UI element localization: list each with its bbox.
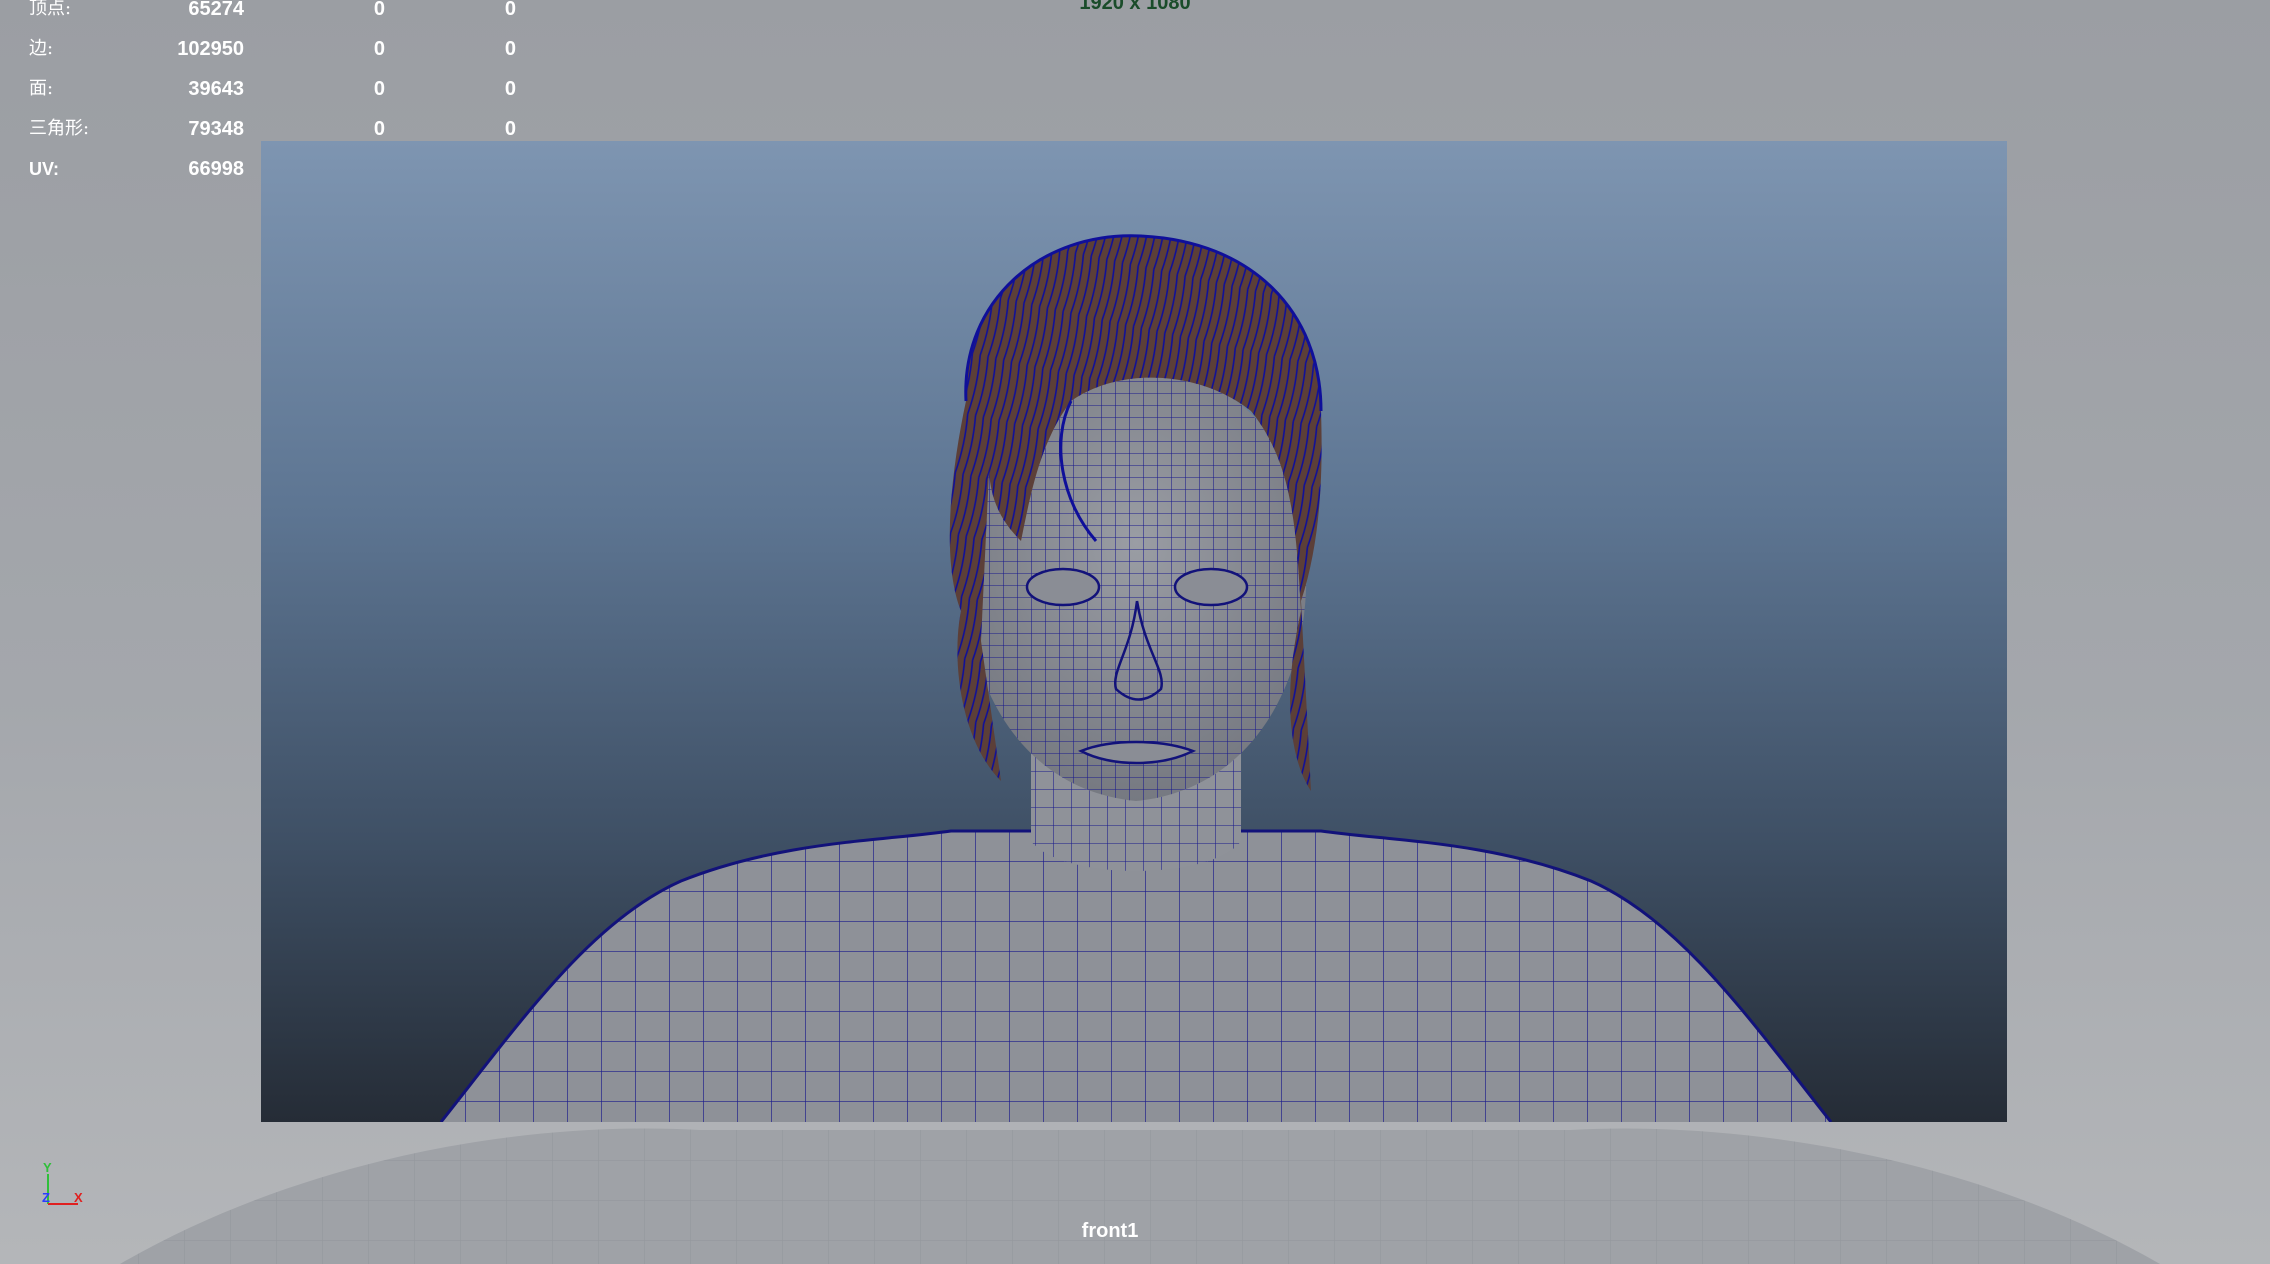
hud-value: 0 <box>373 38 385 60</box>
hud-label: 三角形: <box>29 118 90 139</box>
hud-value: 0 <box>504 78 516 100</box>
x-axis-label: X <box>74 1190 83 1205</box>
hud-label: 面: <box>29 78 54 99</box>
hud-value: 65274 <box>188 0 244 20</box>
hud-label: 顶点: <box>29 0 72 19</box>
hud-row-vertices: 顶点: 65274 0 0 <box>0 0 560 26</box>
hud-label: 边: <box>29 38 54 59</box>
hud-value: 102950 <box>177 38 244 60</box>
torso-mesh <box>439 829 1833 1122</box>
z-axis-label: Z <box>42 1190 50 1205</box>
right-eye <box>1173 567 1249 607</box>
resolution-gate-label: 1920 x 1080 <box>1079 0 1191 14</box>
hud-row-faces: 面: 39643 0 0 <box>0 72 560 106</box>
hud-value: 39643 <box>188 78 244 100</box>
hud-value: 0 <box>373 0 385 20</box>
hud-row-edges: 边: 102950 0 0 <box>0 32 560 66</box>
camera-name-label: front1 <box>1081 1220 1139 1242</box>
hud-value: 0 <box>373 78 385 100</box>
axis-indicator: Y Z X <box>42 1160 83 1205</box>
left-eye <box>1025 567 1101 607</box>
hud-label: UV: <box>29 159 60 179</box>
hud-value: 0 <box>504 38 516 60</box>
wireframe-model[interactable] <box>261 141 2007 1122</box>
hud-value: 66998 <box>188 158 244 180</box>
hud-value: 0 <box>504 0 516 20</box>
y-axis-label: Y <box>43 1160 52 1175</box>
viewport-resolution-gate[interactable] <box>261 141 2007 1122</box>
hud-value: 79348 <box>188 118 244 140</box>
